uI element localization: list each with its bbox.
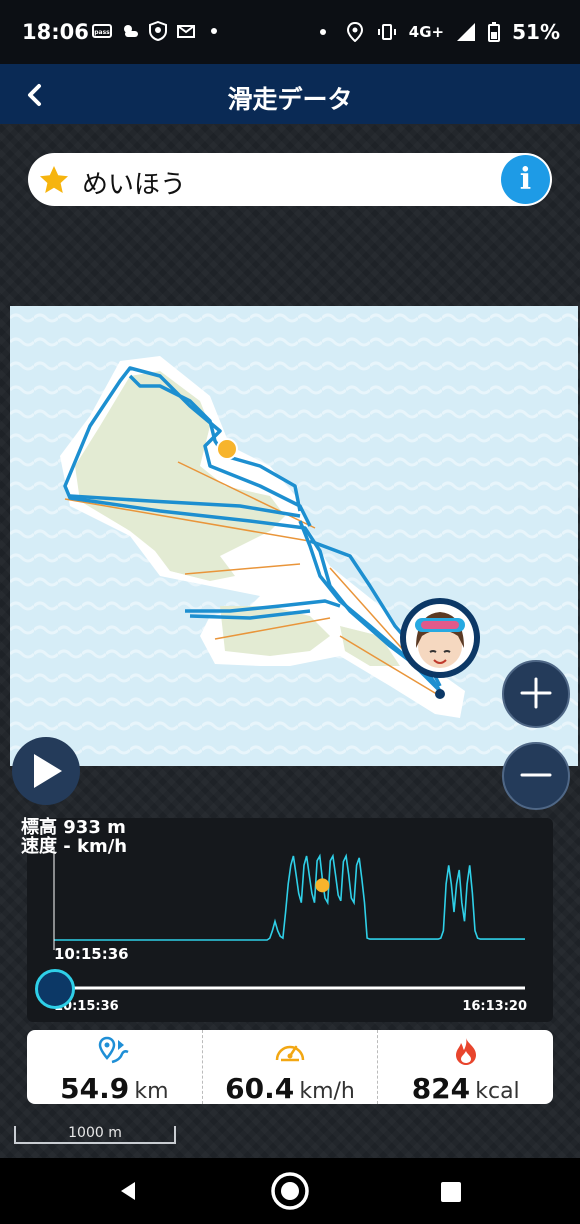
speed-label: 速度 - km/h xyxy=(21,836,128,857)
square-recents-icon[interactable] xyxy=(440,1181,462,1203)
track-end-marker xyxy=(435,689,445,699)
calories-unit: kcal xyxy=(475,1079,520,1104)
plus-icon xyxy=(520,677,552,709)
circle-home-icon[interactable] xyxy=(270,1171,310,1211)
distance-unit: km xyxy=(134,1079,169,1104)
status-time: 18:06 xyxy=(22,20,89,44)
cursor-time: 10:15:36 xyxy=(54,945,129,963)
battery-level: 51% xyxy=(512,20,560,44)
app-header: 滑走データ xyxy=(0,64,580,126)
mail-icon xyxy=(177,25,195,38)
avatar[interactable] xyxy=(400,598,480,678)
zoom-in-button[interactable] xyxy=(502,660,570,728)
speed-series-line xyxy=(54,853,525,941)
stat-distance: 54.9 km xyxy=(27,1030,203,1105)
calories-value: 824 xyxy=(411,1072,471,1105)
pass-icon: pass xyxy=(92,24,112,38)
stat-max-speed: 60.4 km/h xyxy=(203,1030,379,1105)
stats-panel: 54.9 km 60.4 km/h 824 kcal xyxy=(27,1030,553,1105)
route-pin-icon xyxy=(99,1036,129,1064)
end-time: 16:13:20 xyxy=(462,999,527,1014)
triangle-back-icon[interactable] xyxy=(116,1179,140,1203)
resort-selector[interactable]: めいほう i xyxy=(28,153,552,206)
status-bar: 18:06 pass 4G+ 51% xyxy=(0,0,580,64)
weather-icon xyxy=(124,25,138,37)
status-notification-icons: pass xyxy=(92,21,224,41)
map-scale-bar: 1000 m xyxy=(14,1126,176,1144)
flame-icon xyxy=(455,1038,476,1065)
timeline-slider-handle[interactable] xyxy=(35,969,75,1009)
dot-icon xyxy=(211,28,217,34)
vibrate-icon xyxy=(377,24,396,40)
play-button[interactable] xyxy=(12,737,80,805)
resort-name: めいほう xyxy=(82,170,187,200)
network-type: 4G+ xyxy=(408,23,445,41)
max-speed-value: 60.4 xyxy=(225,1072,295,1105)
max-speed-unit: km/h xyxy=(299,1079,355,1104)
zoom-out-button[interactable] xyxy=(502,742,570,810)
star-icon[interactable] xyxy=(38,164,70,196)
play-icon xyxy=(34,754,62,788)
info-button[interactable]: i xyxy=(501,155,550,204)
svg-text:pass: pass xyxy=(94,29,110,36)
distance-value: 54.9 xyxy=(60,1072,130,1105)
dot-icon xyxy=(319,29,326,35)
page-title: 滑走データ xyxy=(227,85,353,114)
map-view[interactable] xyxy=(10,306,578,766)
location-icon xyxy=(346,22,363,42)
battery-icon xyxy=(488,22,501,42)
speedometer-icon xyxy=(275,1045,305,1062)
status-system-icons: 4G+ 51% xyxy=(313,20,560,44)
system-nav-bar xyxy=(0,1158,580,1224)
minus-icon xyxy=(520,773,552,777)
current-position-marker xyxy=(216,438,238,460)
chart-position-marker xyxy=(315,878,330,893)
speed-elevation-chart: 標高 933 m 速度 - km/h 10:15:36 10:15:36 16:… xyxy=(21,817,553,1022)
map-canvas xyxy=(10,306,578,766)
shield-icon xyxy=(149,21,167,41)
stat-calories: 824 kcal xyxy=(378,1030,553,1105)
signal-icon xyxy=(457,23,476,41)
